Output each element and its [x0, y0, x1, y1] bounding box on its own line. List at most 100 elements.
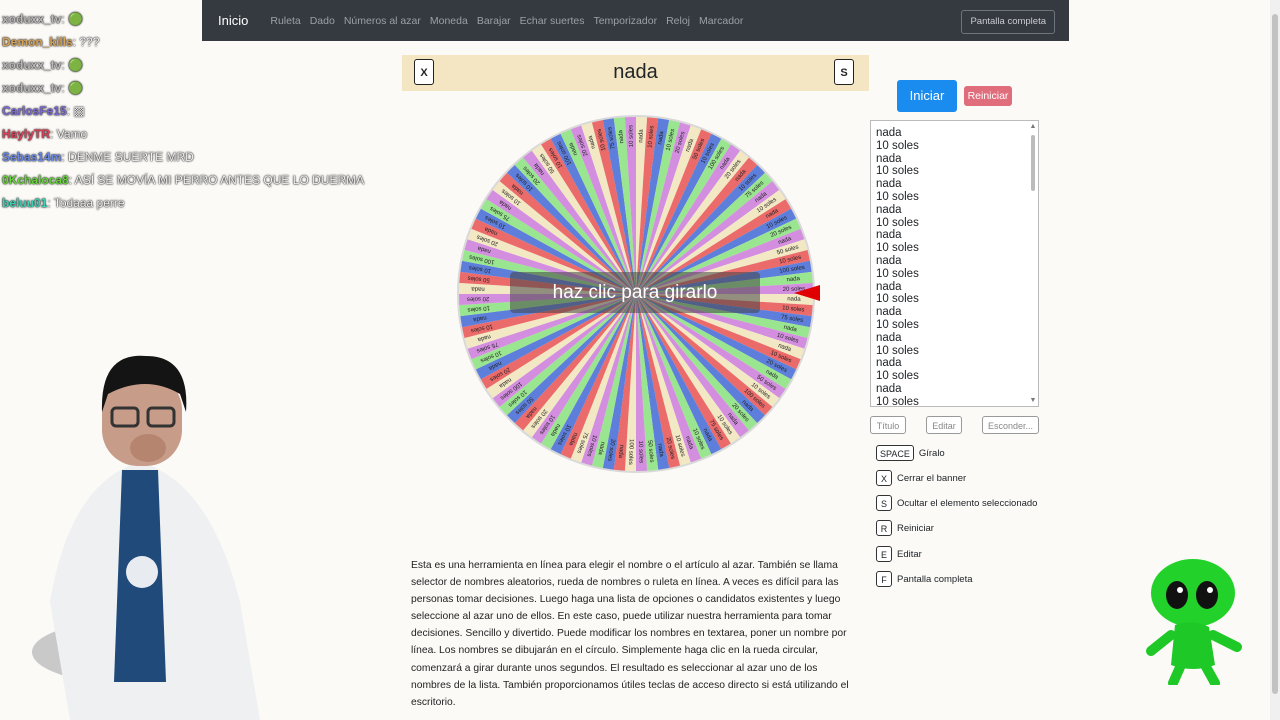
nav-link-echar-suertes[interactable]: Echar suertes — [520, 15, 585, 27]
shortcut-label: Gíralo — [918, 447, 945, 459]
chat-username: xoduxx_tv — [2, 81, 62, 95]
option-line: 10 soles — [876, 395, 919, 407]
scroll-thumb[interactable] — [1031, 135, 1035, 191]
chat-text: 🟢 — [64, 81, 83, 95]
result-banner: X nada S — [402, 55, 869, 91]
chat-text: ▩ — [70, 104, 85, 118]
start-button[interactable]: Iniciar — [897, 80, 957, 112]
reset-button[interactable]: Reiniciar — [964, 86, 1012, 106]
edit-button[interactable]: Editar — [926, 416, 962, 434]
options-scrollbar[interactable]: ▲ ▼ — [1029, 123, 1037, 404]
chat-text: ??? — [76, 35, 100, 49]
shortcut-key: R — [876, 520, 892, 536]
option-line: nada — [876, 306, 902, 319]
shortcut-label: Reiniciar — [897, 522, 934, 534]
result-title: nada — [613, 61, 658, 83]
option-line: nada — [876, 229, 902, 242]
page-scroll-thumb[interactable] — [1272, 14, 1278, 694]
chat-text: Vamo — [53, 127, 88, 141]
wheel-slice-label: nada — [471, 285, 485, 291]
option-line: 10 soles — [876, 293, 919, 306]
chat-username: xoduxx_tv — [2, 12, 62, 26]
tool-description: Esta es una herramienta en línea para el… — [411, 560, 849, 708]
shortcut-key: X — [876, 470, 892, 486]
nav-link-barajar[interactable]: Barajar — [477, 15, 511, 27]
chat-username: HaylyTR — [2, 127, 51, 141]
shortcut-key: F — [876, 571, 892, 587]
options-list: nada 10 soles nada 10 soles nada 10 soles nada… — [876, 127, 1038, 407]
option-line: 10 soles — [876, 242, 919, 255]
chat-text: 🟢 — [64, 12, 83, 26]
shortcut-f: F Pantalla completa — [876, 571, 973, 587]
option-line: nada — [876, 127, 902, 139]
chat-username: CarlosFe15 — [2, 104, 67, 118]
option-line: nada — [876, 382, 902, 395]
options-textarea[interactable]: nada 10 soles nada 10 soles nada 10 soles nada… — [870, 120, 1039, 407]
shortcut-label: Ocultar el elemento seleccionado — [897, 497, 1038, 509]
wheel-slice-label: 100 soles — [627, 439, 634, 465]
option-line: nada — [876, 203, 902, 216]
stream-chat-overlay: xoduxx_tv: 🟢 Demon_kills: ??? xoduxx_tv: 🟢… — [2, 8, 422, 215]
shortcut-label: Pantalla completa — [897, 573, 973, 585]
shortcut-key: S — [876, 495, 892, 511]
chat-message: xoduxx_tv: 🟢 — [2, 8, 422, 31]
nav-link-temporizador[interactable]: Temporizador — [593, 15, 657, 27]
chat-text: Todaaa perre — [50, 196, 125, 210]
option-line: nada — [876, 178, 902, 191]
nav-link-reloj[interactable]: Reloj — [666, 15, 690, 27]
option-line: nada — [876, 254, 902, 267]
option-line: nada — [876, 331, 902, 344]
wheel-slice-label: 10 soles — [628, 125, 635, 148]
chat-text: 🟢 — [64, 58, 83, 72]
shortcut-label: Editar — [897, 548, 922, 560]
option-line: nada — [876, 357, 902, 370]
option-line: 10 soles — [876, 139, 919, 152]
shortcut-r: R Reiniciar — [876, 520, 934, 536]
chat-username: xoduxx_tv — [2, 58, 62, 72]
nav-link-marcador[interactable]: Marcador — [699, 15, 743, 27]
chat-text: DENME SUERTE MRD — [64, 150, 194, 164]
page-scrollbar[interactable] — [1270, 0, 1280, 720]
wheel-slice-label: 10 soles — [637, 441, 644, 464]
shortcut-key: SPACE — [876, 445, 914, 461]
spin-prompt[interactable]: haz clic para girarlo — [510, 272, 760, 313]
hide-selected-button[interactable]: S — [834, 59, 854, 85]
hide-button[interactable]: Esconder... — [982, 416, 1039, 434]
shortcut-x: X Cerrar el banner — [876, 470, 966, 486]
option-line: 10 soles — [876, 370, 919, 383]
chat-message: beluu01: Todaaa perre — [2, 192, 422, 215]
chat-message: xoduxx_tv: 🟢 — [2, 77, 422, 100]
fullscreen-button[interactable]: Pantalla completa — [961, 10, 1055, 34]
nav-link-moneda[interactable]: Moneda — [430, 15, 468, 27]
chat-message: xoduxx_tv: 🟢 — [2, 54, 422, 77]
option-line: 10 soles — [876, 165, 919, 178]
chat-message: Sebas14m: DENME SUERTE MRD — [2, 146, 422, 169]
shortcut-label: Cerrar el banner — [897, 472, 967, 484]
shortcut-e: E Editar — [876, 546, 922, 562]
option-line: 10 soles — [876, 344, 919, 357]
chat-text: ASÍ SE MOVÍA MI PERRO ANTES QUE LO DUERM… — [72, 173, 365, 187]
option-line: 10 soles — [876, 318, 919, 331]
shortcut-s: S Ocultar el elemento seleccionado — [876, 495, 1037, 511]
option-line: 10 soles — [876, 216, 919, 229]
option-line: nada — [876, 280, 902, 293]
streamer-camera-image — [32, 355, 260, 720]
title-button[interactable]: Título — [870, 416, 906, 434]
option-line: 10 soles — [876, 267, 919, 280]
chat-username: beluu01 — [2, 196, 48, 210]
scroll-down-icon[interactable]: ▼ — [1029, 397, 1037, 404]
scroll-up-icon[interactable]: ▲ — [1029, 123, 1037, 130]
chat-username: 0Kchaloca8 — [2, 173, 69, 187]
wheel-slice-label: 20 soles — [467, 295, 490, 302]
wheel-pointer-icon — [794, 285, 820, 301]
chat-message: HaylyTR: Vamo — [2, 123, 422, 146]
chat-username: Sebas14m — [2, 150, 62, 164]
option-line: nada — [876, 152, 902, 165]
option-line: 10 soles — [876, 190, 919, 203]
wheel-slice-label: nada — [638, 129, 644, 143]
chat-message: 0Kchaloca8: ASÍ SE MOVÍA MI PERRO ANTES … — [2, 169, 422, 192]
chat-message: Demon_kills: ??? — [2, 31, 422, 54]
chat-username: Demon_kills — [2, 35, 73, 49]
alien-sticker-icon — [1146, 559, 1242, 685]
chat-message: CarlosFe15: ▩ — [2, 100, 422, 123]
